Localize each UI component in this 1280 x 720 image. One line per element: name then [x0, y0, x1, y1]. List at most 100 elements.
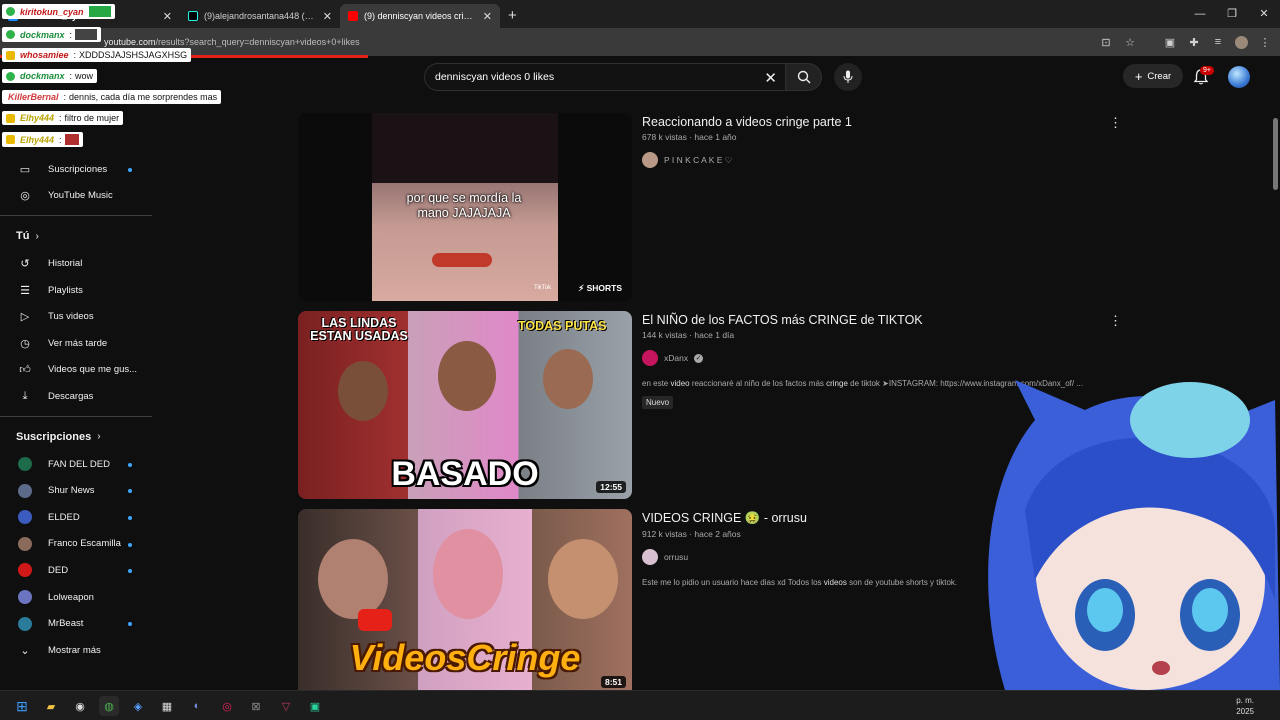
app-icon[interactable]: ◈ [128, 696, 148, 716]
voice-search-button[interactable] [834, 63, 862, 91]
sidebar-divider [0, 415, 152, 417]
search-result[interactable]: LAS LINDAS ESTAN USADAS TODAS PUTAS BASA… [298, 311, 1128, 499]
sidebar-item-label: ELDED [48, 511, 80, 523]
sidebar-subscription-item[interactable]: Lolweapon [0, 584, 152, 611]
video-thumbnail[interactable]: VideosCringe 8:51 [298, 509, 632, 690]
sidebar-item-liked-videos[interactable]: 👍︎ Videos que me gus... [0, 357, 152, 384]
sidebar-item-downloads[interactable]: ⤓ Descargas [0, 383, 152, 410]
more-actions-icon[interactable]: ⋮ [1109, 313, 1122, 329]
duration-badge: 12:55 [596, 481, 626, 493]
sidebar-you-heading[interactable]: Tú › [0, 222, 152, 250]
sidebar-subscription-item[interactable]: Shur News [0, 477, 152, 504]
channel-avatar[interactable] [642, 152, 658, 168]
search-button[interactable] [786, 63, 822, 91]
tab-tiktok[interactable]: (9)alejandrosantana448 (@aleja ✕ [180, 4, 340, 28]
taskbar-clock[interactable]: p. m. 2025 [1236, 695, 1254, 717]
verified-check-icon: ✓ [694, 353, 704, 363]
video-title[interactable]: Reaccionando a videos cringe parte 1 [642, 115, 1112, 129]
windows-start-icon[interactable]: ⊞ [12, 696, 32, 716]
media-icon[interactable]: ≡ [1211, 36, 1225, 48]
microphone-icon [843, 70, 853, 83]
sidebar-item-subscriptions[interactable]: ▭ Suscripciones [0, 156, 152, 183]
channel-avatar [18, 563, 32, 578]
new-content-dot [128, 489, 132, 494]
new-tab-button[interactable]: + [500, 4, 525, 28]
sidebar-item-youtube-music[interactable]: ◎ YouTube Music [0, 183, 152, 210]
chat-text: filtro de mujer [64, 113, 120, 123]
search-query-text: denniscyan videos 0 likes [435, 71, 555, 83]
search-result[interactable]: VideosCringe 8:51 VIDEOS CRINGE 🤢 - orru… [298, 509, 1128, 690]
channel-name[interactable]: orrusu [664, 552, 688, 562]
sidebar-subscription-item[interactable]: MrBeast [0, 610, 152, 637]
sidebar-divider [0, 215, 152, 217]
app-icon[interactable]: ▣ [305, 696, 325, 716]
video-stats: 678 k vistas · hace 1 año [642, 132, 737, 142]
chat-emote-icon [75, 29, 98, 40]
tab-youtube[interactable]: (9) denniscyan videos cringe - Y ✕ [340, 4, 500, 28]
subscriptions-list: FAN DEL DED Shur News ELDED Franco Escamill… [0, 451, 152, 637]
sidebar-subscription-item[interactable]: Franco Escamilla [0, 531, 152, 558]
sidebar-item-playlists[interactable]: ☰ Playlists [0, 277, 152, 304]
video-description: Este me lo pidio un usuario hace dias xd… [642, 578, 1112, 587]
obs-icon[interactable]: ◉ [70, 696, 90, 716]
app-icon[interactable]: ◎ [217, 696, 237, 716]
sidebar-subscription-item[interactable]: FAN DEL DED [0, 451, 152, 478]
menu-icon[interactable]: ⋮ [1258, 36, 1272, 49]
more-actions-icon[interactable]: ⋮ [1109, 115, 1122, 131]
show-more-button[interactable]: ⌄ Mostrar más [0, 637, 152, 664]
extension-icon[interactable]: ▣ [1163, 36, 1177, 49]
discord-icon[interactable]: ◐ [187, 696, 207, 716]
channel-row[interactable]: xDanx ✓ [642, 350, 1112, 366]
clear-search-icon[interactable]: ✕ [764, 69, 777, 87]
create-button[interactable]: + Crear [1123, 64, 1183, 88]
file-explorer-icon[interactable]: ▰ [41, 696, 61, 716]
channel-row[interactable]: P I N K C A K E ♡ [642, 152, 1112, 168]
browser-profile-icon[interactable] [1235, 35, 1248, 49]
bookmark-star-icon[interactable]: ☆ [1123, 36, 1137, 49]
history-icon: ↺ [20, 257, 30, 270]
app-icon[interactable]: ▽ [276, 696, 296, 716]
sidebar-item-label: Shur News [48, 485, 95, 497]
chrome-icon[interactable]: ◍ [99, 696, 119, 716]
video-thumbnail[interactable]: LAS LINDAS ESTAN USADAS TODAS PUTAS BASA… [298, 311, 632, 499]
chat-emote-icon [88, 6, 111, 17]
new-badge: Nuevo [642, 396, 674, 409]
video-description: en este video reaccionaré al niño de los… [642, 379, 1112, 388]
sidebar-item-watch-later[interactable]: ◷ Ver más tarde [0, 330, 152, 357]
install-app-icon[interactable]: ⊡ [1099, 36, 1113, 49]
thumbnail-caption: por que se mordía la mano JAJAJAJA [406, 191, 522, 220]
channel-name[interactable]: xDanx [664, 353, 688, 363]
account-avatar[interactable] [1228, 66, 1250, 88]
search-input[interactable]: denniscyan videos 0 likes ✕ [424, 63, 786, 91]
app-icon[interactable]: ▦ [157, 696, 177, 716]
puzzle-icon[interactable]: ✚ [1187, 36, 1201, 49]
chat-badge-icon [6, 71, 15, 81]
app-icon[interactable]: ⊠ [246, 696, 266, 716]
channel-avatar[interactable] [642, 350, 658, 366]
desc-text: reaccionaré al niño de los factos más [689, 379, 827, 388]
chat-badge-icon [6, 7, 15, 16]
close-icon[interactable]: ✕ [323, 10, 332, 23]
channel-row[interactable]: orrusu [642, 549, 1112, 565]
new-content-dot [128, 515, 132, 520]
sidebar-item-history[interactable]: ↺ Historial [0, 250, 152, 277]
close-icon[interactable]: ✕ [163, 10, 172, 23]
video-thumbnail[interactable]: por que se mordía la mano JAJAJAJA TikTo… [298, 113, 632, 301]
sidebar-subscription-item[interactable]: DED [0, 557, 152, 584]
channel-name[interactable]: P I N K C A K E ♡ [664, 155, 732, 166]
close-icon[interactable]: ✕ [483, 10, 492, 23]
sidebar-subscription-item[interactable]: ELDED [0, 504, 152, 531]
sidebar-item-your-videos[interactable]: ▷ Tus videos [0, 303, 152, 330]
duration-badge: 8:51 [600, 676, 626, 688]
minimize-icon[interactable]: — [1184, 0, 1216, 28]
page-scrollbar[interactable] [1273, 118, 1278, 190]
channel-avatar[interactable] [642, 549, 658, 565]
sidebar-subscriptions-heading[interactable]: Suscripciones › [0, 423, 152, 451]
search-result[interactable]: por que se mordía la mano JAJAJAJA TikTo… [298, 113, 1128, 301]
video-title[interactable]: El NIÑO de los FACTOS más CRINGE de TIKT… [642, 313, 1112, 327]
maximize-icon[interactable]: ❐ [1216, 0, 1248, 28]
chat-message: whosamiee: XDDDSJAJSHSJAGXHSG [2, 48, 192, 62]
close-window-icon[interactable]: ✕ [1248, 0, 1280, 28]
notification-count-badge: 9+ [1200, 66, 1214, 75]
video-title[interactable]: VIDEOS CRINGE 🤢 - orrusu [642, 511, 1112, 526]
